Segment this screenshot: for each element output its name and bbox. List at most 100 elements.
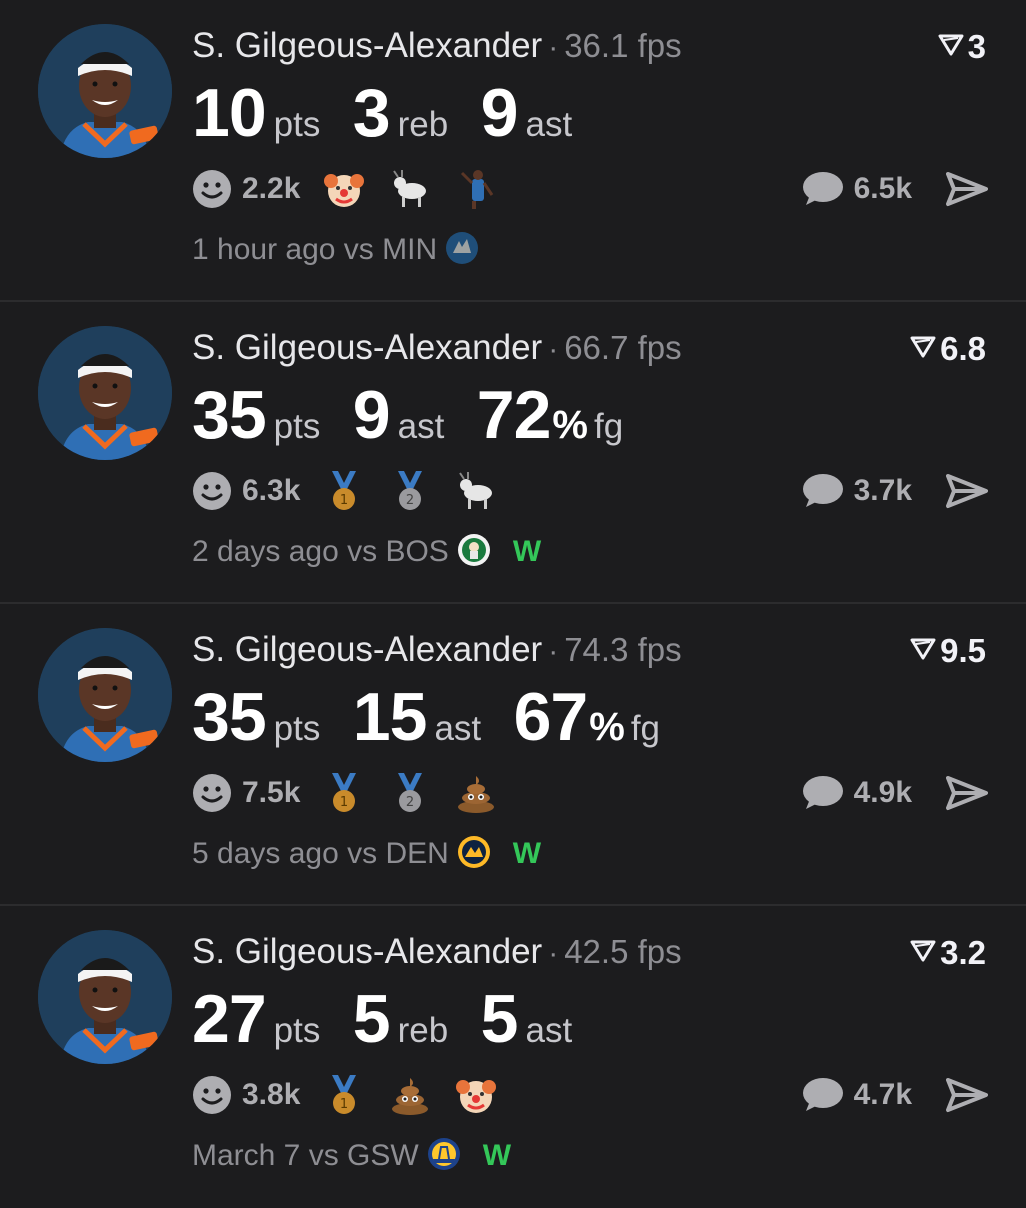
stat-value: 5 xyxy=(480,981,519,1057)
stat-value: 67 xyxy=(513,679,589,755)
timberwolves-logo-icon xyxy=(437,231,479,270)
comment-count[interactable]: 4.9k xyxy=(854,776,912,810)
poop-icon[interactable] xyxy=(388,1073,432,1117)
header-separator: · xyxy=(548,333,559,366)
gold-medal-icon[interactable]: 1 xyxy=(322,771,366,815)
rating-value: 6.8 xyxy=(940,330,986,367)
comment-count[interactable]: 6.5k xyxy=(854,172,912,206)
celtics-logo-icon xyxy=(449,533,491,572)
comment-count[interactable]: 4.7k xyxy=(854,1078,912,1112)
stat-value: 35 xyxy=(192,377,267,453)
stat-item: 9 ast xyxy=(481,74,573,152)
header-separator: · xyxy=(548,635,559,668)
comment-count[interactable]: 3.7k xyxy=(854,474,912,508)
stat-item: 5 reb xyxy=(353,980,448,1058)
share-send-icon[interactable] xyxy=(946,473,988,509)
reaction-bar: 6.3k 1 2 xyxy=(192,468,520,514)
header-separator: · xyxy=(548,937,559,970)
stat-item: 27 pts xyxy=(192,980,320,1058)
comment-bubble-icon[interactable] xyxy=(800,169,844,209)
gold-medal-icon[interactable]: 1 xyxy=(322,1073,366,1117)
stat-value: 35 xyxy=(192,679,267,755)
reaction-count: 2.2k xyxy=(242,172,301,205)
post-card[interactable]: S. Gilgeous-Alexander · 42.5 fps 3.2 27 pts… xyxy=(0,906,1026,1208)
smiley-react-icon[interactable] xyxy=(192,169,232,209)
player-avatar[interactable] xyxy=(38,628,172,762)
player-avatar[interactable] xyxy=(38,930,172,1064)
svg-text:2: 2 xyxy=(406,493,414,508)
stat-item: 15 ast xyxy=(353,678,481,756)
stat-unit: pts xyxy=(273,709,321,748)
stat-value: 72 xyxy=(476,377,552,453)
silver-medal-icon[interactable]: 2 xyxy=(388,771,432,815)
post-card[interactable]: S. Gilgeous-Alexander · 74.3 fps 9.5 35 pts… xyxy=(0,604,1026,906)
rating-badge: 9.5 xyxy=(910,632,986,670)
post-header: S. Gilgeous-Alexander · 36.1 fps 3 xyxy=(192,26,986,70)
svg-text:2: 2 xyxy=(406,795,414,810)
rating-value: 3.2 xyxy=(940,934,986,971)
share-send-icon[interactable] xyxy=(946,775,988,811)
stat-line: 35 pts 9 ast 72% fg xyxy=(192,376,651,456)
poop-icon[interactable] xyxy=(454,771,498,815)
reaction-count: 6.3k xyxy=(242,474,301,507)
goat-icon[interactable] xyxy=(388,167,432,211)
player-avatar-image xyxy=(38,326,172,460)
gold-medal-icon[interactable]: 1 xyxy=(322,469,366,513)
game-meta: 1 hour ago vs MIN xyxy=(192,228,501,272)
svg-text:1: 1 xyxy=(340,493,348,508)
fps-score: 36.1 fps xyxy=(564,27,682,64)
stat-item: 67% fg xyxy=(514,678,660,756)
game-time-opponent: 2 days ago vs BOS xyxy=(192,535,449,568)
game-result: W xyxy=(512,535,542,568)
rating-triangle-icon xyxy=(938,34,964,56)
stat-unit: ast xyxy=(525,105,573,144)
stat-item: 10 pts xyxy=(192,74,320,152)
reaction-bar: 7.5k 1 2 xyxy=(192,770,520,816)
smiley-react-icon[interactable] xyxy=(192,773,232,813)
stat-unit: pts xyxy=(273,1011,321,1050)
stat-item: 5 ast xyxy=(481,980,573,1058)
player-name[interactable]: S. Gilgeous-Alexander xyxy=(192,26,542,65)
comment-bubble-icon[interactable] xyxy=(800,471,844,511)
share-send-icon[interactable] xyxy=(946,1077,988,1113)
player-name[interactable]: S. Gilgeous-Alexander xyxy=(192,328,542,367)
stat-line: 35 pts 15 ast 67% fg xyxy=(192,678,688,758)
silver-medal-icon[interactable]: 2 xyxy=(388,469,432,513)
player-name[interactable]: S. Gilgeous-Alexander xyxy=(192,932,542,971)
stat-value: 5 xyxy=(352,981,391,1057)
smiley-react-icon[interactable] xyxy=(192,471,232,511)
player-avatar-image xyxy=(38,24,172,158)
game-result: W xyxy=(482,1139,512,1172)
stat-unit: ast xyxy=(525,1011,573,1050)
player-name[interactable]: S. Gilgeous-Alexander xyxy=(192,630,542,669)
rating-triangle-icon xyxy=(910,940,936,962)
stat-item: 35 pts xyxy=(192,376,320,454)
fps-score: 66.7 fps xyxy=(564,329,682,366)
clown-icon[interactable] xyxy=(454,1073,498,1117)
stat-unit: pts xyxy=(273,407,321,446)
player-avatar[interactable] xyxy=(38,24,172,158)
player-avatar[interactable] xyxy=(38,326,172,460)
stat-item: 72% fg xyxy=(477,376,623,454)
stat-value: 10 xyxy=(192,75,267,151)
fps-score: 74.3 fps xyxy=(564,631,682,668)
smiley-react-icon[interactable] xyxy=(192,1075,232,1115)
post-card[interactable]: S. Gilgeous-Alexander · 66.7 fps 6.8 35 pts… xyxy=(0,302,1026,604)
stat-line: 27 pts 5 reb 5 ast xyxy=(192,980,600,1060)
stat-percent-sign: % xyxy=(589,705,625,749)
stat-line: 10 pts 3 reb 9 ast xyxy=(192,74,600,154)
dunk-sticker-icon[interactable] xyxy=(454,167,498,211)
stat-unit: ast xyxy=(434,709,482,748)
comment-bubble-icon[interactable] xyxy=(800,1075,844,1115)
svg-text:1: 1 xyxy=(340,795,348,810)
post-card[interactable]: S. Gilgeous-Alexander · 36.1 fps 3 10 pts 3… xyxy=(0,0,1026,302)
stat-value: 3 xyxy=(352,75,391,151)
clown-icon[interactable] xyxy=(322,167,366,211)
post-actions: 3.7k xyxy=(800,468,988,514)
game-meta: 5 days ago vs DEN W xyxy=(192,832,541,876)
comment-bubble-icon[interactable] xyxy=(800,773,844,813)
goat-icon[interactable] xyxy=(454,469,498,513)
rating-triangle-icon xyxy=(910,336,936,358)
rating-value: 9.5 xyxy=(940,632,986,669)
share-send-icon[interactable] xyxy=(946,171,988,207)
